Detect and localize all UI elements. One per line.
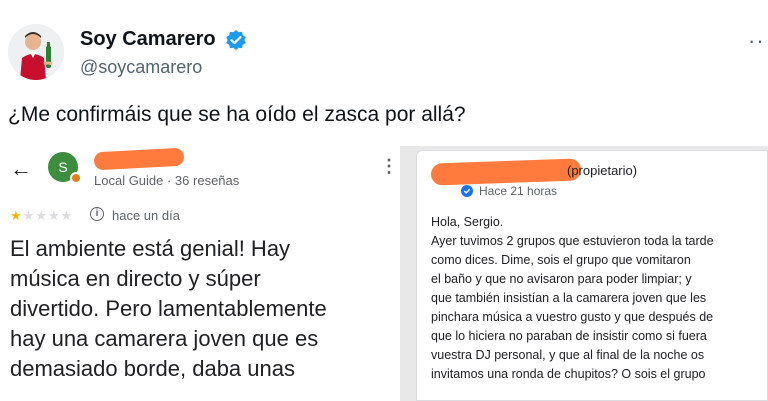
reply-line: pinchara música a vuestro gusto y que de…	[431, 310, 714, 324]
more-options-icon[interactable]: ··	[748, 28, 765, 54]
redacted-owner-name	[430, 158, 582, 186]
review-line: El ambiente está genial! Hay	[10, 236, 291, 261]
redacted-reviewer-name	[93, 147, 185, 171]
reply-line: invitamos una ronda de chupitos? O sois …	[431, 367, 706, 381]
author-handle[interactable]: @soycamarero	[80, 57, 202, 78]
reply-time: Hace 21 horas	[479, 184, 558, 198]
tweet: Soy Camarero @soycamarero ·· ¿Me confirm…	[0, 0, 768, 401]
owner-verified-icon	[461, 185, 473, 197]
owner-reply-panel: (propietario) Hace 21 horas Hola, Sergio…	[416, 150, 768, 401]
author-name[interactable]: Soy Camarero	[80, 28, 216, 51]
reply-line: que también insistían a la camarera jove…	[431, 291, 707, 305]
star-icon: ★	[35, 208, 48, 223]
rating-stars: ★★★★★	[10, 208, 73, 224]
tweet-image[interactable]: ← S Local Guide · 36 reseñas ⋮ ★★★★★ i h…	[4, 146, 768, 401]
local-guide-badge-icon	[70, 172, 82, 184]
info-icon[interactable]: i	[90, 207, 104, 221]
reviewer-meta: Local Guide · 36 reseñas	[94, 173, 240, 188]
verified-badge-icon	[226, 30, 246, 50]
review-date: hace un día	[112, 208, 180, 223]
review-line: hay una camarera joven que es	[10, 326, 319, 351]
review-line: demasiado borde, daba unas	[10, 356, 295, 381]
star-icon: ★	[22, 208, 36, 223]
reply-line: como dices. Dime, sois el grupo que vomi…	[431, 253, 691, 267]
reply-line: Ayer tuvimos 2 grupos que estuvieron tod…	[431, 234, 714, 248]
reply-line: el baño y que no avisaron para poder lim…	[431, 272, 692, 286]
kebab-menu-icon[interactable]: ⋮	[380, 156, 398, 177]
star-icon: ★	[60, 208, 74, 223]
reply-line: vuestra DJ personal, y que al final de l…	[431, 348, 705, 362]
back-arrow-icon[interactable]: ←	[10, 156, 32, 182]
owner-role: (propietario)	[567, 163, 638, 178]
author-avatar[interactable]	[8, 24, 64, 80]
reply-line: Hola, Sergio.	[431, 215, 504, 229]
waiter-avatar-icon	[8, 24, 64, 80]
review-line: divertido. Pero lamentablemente	[10, 296, 327, 321]
review-text: El ambiente está genial! Hay música en d…	[10, 234, 398, 384]
reply-text: Hola, Sergio. Ayer tuvimos 2 grupos que …	[431, 213, 767, 384]
reply-line: que lo hiciera no paraban de insistir co…	[431, 329, 707, 343]
star-icon: ★	[10, 208, 23, 223]
review-panel: ← S Local Guide · 36 reseñas ⋮ ★★★★★ i h…	[4, 146, 400, 401]
tweet-text: ¿Me confirmáis que se ha oído el zasca p…	[8, 103, 466, 126]
star-icon: ★	[47, 208, 61, 223]
review-line: música en directo y súper	[10, 266, 261, 291]
